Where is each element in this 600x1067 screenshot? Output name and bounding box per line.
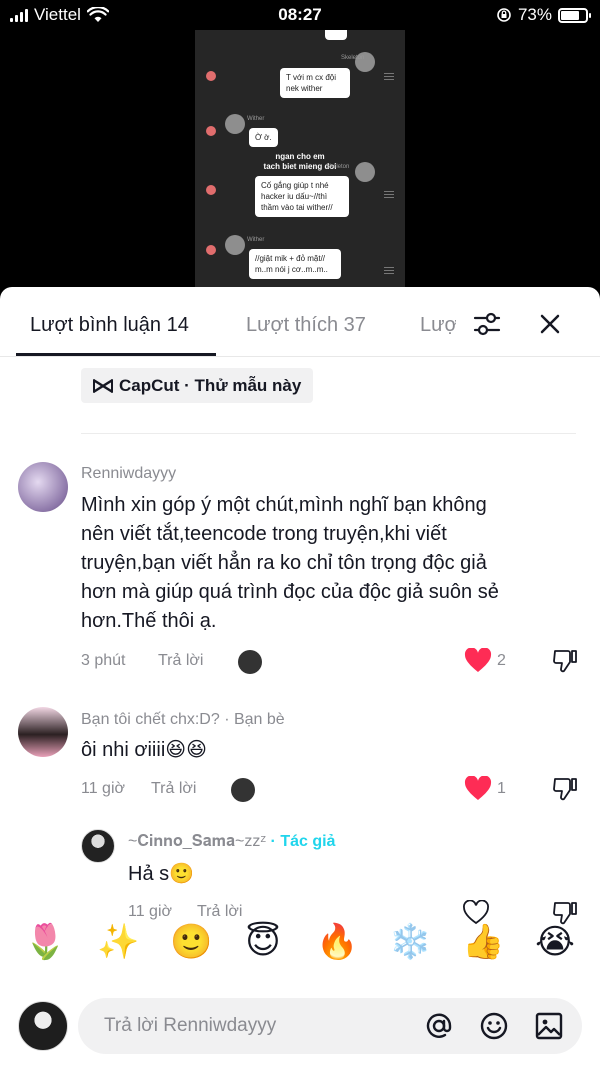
orientation-lock-icon xyxy=(497,8,511,22)
tab-comments[interactable]: Lượt bình luận 14 xyxy=(30,314,189,337)
creator-liked-badge xyxy=(238,650,262,674)
comment-time: 11 giờ xyxy=(81,780,125,797)
reply-button[interactable]: Trả lời xyxy=(151,780,196,798)
drag-handle-icon xyxy=(384,270,394,271)
battery-percent: 73% xyxy=(517,5,552,24)
filter-icon[interactable] xyxy=(472,310,502,338)
chat-bubble: T với m cx đội nek wither xyxy=(280,68,350,98)
fire-emoji-button[interactable]: 🔥 xyxy=(316,920,358,964)
like-count: 1 xyxy=(497,780,506,797)
reply-button[interactable]: Trả lời xyxy=(197,903,242,921)
comment-time: 3 phút xyxy=(81,652,126,669)
halo-emoji-button[interactable]: 😇 xyxy=(243,920,283,964)
avatar[interactable] xyxy=(18,462,68,512)
chat-bubble: Cố gắng giúp t nhé hacker iu dấu~//thì t… xyxy=(255,176,349,217)
chat-dot xyxy=(206,126,216,136)
chat-bubble: //giật mik + đỏ mặt// m..m nói j cơ..m..… xyxy=(249,249,341,279)
tab-more[interactable]: Lượt xyxy=(420,314,456,337)
author-badge: · Tác giả xyxy=(270,833,336,850)
snowflake-emoji-button[interactable]: ❄️ xyxy=(389,920,431,964)
quick-emoji-bar: 🌷 ✨ 🙂 😇 🔥 ❄️ 👍 😭 xyxy=(0,920,600,980)
close-icon[interactable] xyxy=(538,312,562,336)
comment-text: ôi nhi ơiiii😆😆 xyxy=(81,739,207,761)
tab-likes[interactable]: Lượt thích 37 xyxy=(246,314,366,337)
divider xyxy=(81,433,576,434)
battery-icon xyxy=(558,7,591,23)
comment-text: Mình xin góp ý một chút,mình nghĩ bạn kh… xyxy=(81,494,499,632)
tab-bar: Lượt bình luận 14 Lượt thích 37 Lượt xyxy=(0,287,600,357)
chat-avatar xyxy=(355,162,375,182)
drag-handle-icon xyxy=(384,194,394,195)
comment-username[interactable]: Renniwdayyy xyxy=(81,465,176,483)
reply-input-placeholder: Trả lời Renniwdayyy xyxy=(104,1015,277,1036)
chat-name: Skeleton xyxy=(326,164,350,170)
tulip-emoji-button[interactable]: 🌷 xyxy=(24,920,66,964)
my-avatar[interactable] xyxy=(18,1001,68,1051)
active-tab-indicator xyxy=(16,353,216,356)
smile-emoji-button[interactable]: 🙂 xyxy=(170,920,212,964)
chat-name: Skeleton xyxy=(341,55,365,61)
chat-avatar xyxy=(225,235,245,255)
chat-bubble: Ờ ờ. xyxy=(249,128,278,147)
chat-dot xyxy=(206,245,216,255)
heart-filled-icon[interactable] xyxy=(464,648,492,673)
drag-handle-icon xyxy=(384,76,394,77)
capcut-label: CapCut · Thử mẫu này xyxy=(119,375,302,395)
comment-time: 11 giờ xyxy=(128,903,172,920)
avatar[interactable] xyxy=(18,707,68,757)
reply-username[interactable]: ~𝐂𝐢𝐧𝐧𝐨_𝐒𝐚𝐦𝐚~zzᶻ xyxy=(128,833,266,850)
comments-sheet: Lượt bình luận 14 Lượt thích 37 Lượt Cap… xyxy=(0,287,600,1067)
like-count: 2 xyxy=(497,652,506,669)
image-icon[interactable] xyxy=(534,1011,564,1041)
mention-icon[interactable] xyxy=(424,1011,454,1041)
chat-name: Wither xyxy=(247,237,265,243)
chat-name: Wither xyxy=(247,116,265,122)
emoji-picker-icon[interactable] xyxy=(479,1011,509,1041)
dislike-icon[interactable] xyxy=(552,776,578,802)
chat-avatar xyxy=(225,114,245,134)
reply-input[interactable]: Trả lời Renniwdayyy xyxy=(78,998,582,1054)
heart-filled-icon[interactable] xyxy=(464,776,492,801)
crying-emoji-button[interactable]: 😭 xyxy=(535,920,575,964)
thumbs-up-emoji-button[interactable]: 👍 xyxy=(462,920,504,964)
sparkles-emoji-button[interactable]: ✨ xyxy=(97,920,139,964)
status-bar: Viettel 08:27 73% xyxy=(0,0,600,32)
chat-bubble xyxy=(325,30,347,40)
reply-button[interactable]: Trả lời xyxy=(158,652,203,670)
capcut-template-chip[interactable]: CapCut · Thử mẫu này xyxy=(81,368,314,403)
chat-dot xyxy=(206,71,216,81)
comment-username[interactable]: Bạn tôi chết chx:D? · Bạn bè xyxy=(81,711,285,729)
dislike-icon[interactable] xyxy=(552,648,578,674)
comment-text: Hả s🙂 xyxy=(128,863,195,885)
comment-username[interactable]: ~𝐂𝐢𝐧𝐧𝐨_𝐒𝐚𝐦𝐚~zzᶻ · Tác giả xyxy=(128,833,335,851)
avatar[interactable] xyxy=(81,829,115,863)
capcut-logo-icon xyxy=(93,378,113,393)
chat-dot xyxy=(206,185,216,195)
creator-liked-badge xyxy=(231,778,255,802)
video-preview[interactable]: Skeleton T với m cx đội nek wither Withe… xyxy=(195,30,405,292)
